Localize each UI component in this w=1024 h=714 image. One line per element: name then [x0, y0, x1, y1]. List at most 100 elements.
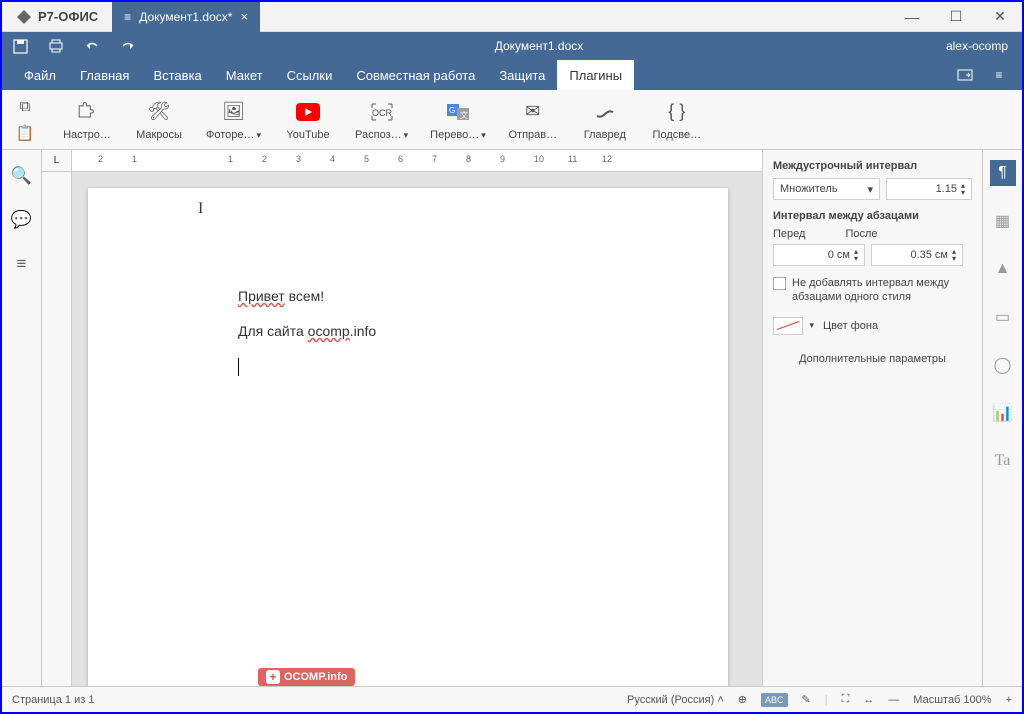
app-icon	[16, 9, 32, 25]
line-spacing-value-input[interactable]: 1.15▴▾	[886, 178, 972, 200]
ocr-icon: OCR	[371, 99, 393, 125]
youtube-icon	[296, 99, 320, 125]
menu-plugins[interactable]: Плагины	[557, 60, 634, 90]
watermark-badge: + OCOMP.info	[258, 668, 355, 686]
doc-line-1[interactable]: Привет всем!	[238, 288, 728, 305]
paragraph-panel: Междустрочный интервал Множитель▾ 1.15▴▾…	[762, 150, 982, 686]
copy-icon[interactable]: ⧉	[20, 99, 31, 115]
menu-collab[interactable]: Совместная работа	[344, 60, 487, 90]
menu-layout[interactable]: Макет	[214, 60, 275, 90]
doc-line-3[interactable]	[238, 358, 728, 380]
spellcheck-icon[interactable]: ⊕	[738, 693, 747, 706]
open-location-button[interactable]	[948, 60, 982, 90]
print-button[interactable]	[38, 32, 74, 60]
language-selector[interactable]: Русский (Россия) ˄	[627, 694, 724, 706]
close-window-button[interactable]: ✕	[978, 2, 1022, 32]
fit-page-icon[interactable]: ⛶	[842, 693, 850, 706]
shape-settings-icon[interactable]: ◯	[990, 352, 1016, 378]
svg-text:OCR: OCR	[372, 108, 393, 118]
translate-icon: G文	[447, 99, 469, 125]
quick-access-bar: Документ1.docx alex-ocomp	[2, 32, 1022, 60]
menu-insert[interactable]: Вставка	[141, 60, 213, 90]
line-spacing-mode-select[interactable]: Множитель▾	[773, 178, 880, 200]
paste-icon[interactable]: 📋	[16, 125, 35, 141]
zoom-level[interactable]: Масштаб 100%	[913, 694, 991, 706]
menu-bar: Файл Главная Вставка Макет Ссылки Совмес…	[2, 60, 1022, 90]
text-cursor-icon: I	[198, 200, 203, 218]
plugin-settings-button[interactable]: Настро…	[62, 99, 112, 141]
left-sidebar: 🔍 💬 ≡	[2, 150, 42, 686]
undo-button[interactable]	[74, 32, 110, 60]
horizontal-ruler[interactable]: 21 12 34 56 78 910 1112	[72, 150, 762, 171]
spinner-icon[interactable]: ▴▾	[854, 248, 858, 262]
pipe-icon	[595, 99, 615, 125]
table-settings-icon[interactable]: ▦	[990, 208, 1016, 234]
document-tab-label: Документ1.docx*	[139, 10, 232, 24]
page-status[interactable]: Страница 1 из 1	[12, 694, 94, 706]
redo-button[interactable]	[110, 32, 146, 60]
line-spacing-title: Междустрочный интервал	[773, 160, 972, 172]
page-area[interactable]: I Привет всем! Для сайта ocomp.info + OC…	[72, 172, 762, 686]
track-changes-icon[interactable]: ✎	[802, 693, 811, 706]
doc-line-2[interactable]: Для сайта ocomp.info	[238, 323, 728, 340]
svg-text:文: 文	[460, 110, 468, 120]
zoom-out-button[interactable]: —	[888, 694, 899, 706]
chevron-down-icon: ▾	[867, 183, 873, 196]
zoom-in-button[interactable]: +	[1006, 694, 1012, 706]
image-icon: 🖼	[222, 99, 245, 125]
braces-icon: { }	[668, 99, 685, 125]
maximize-button[interactable]: ☐	[934, 2, 978, 32]
glavred-button[interactable]: Главред	[580, 99, 630, 141]
tools-icon: 🛠	[148, 99, 171, 125]
app-name: Р7-ОФИС	[38, 9, 98, 24]
envelope-icon: ✉	[525, 99, 540, 125]
view-settings-button[interactable]: ≡	[982, 60, 1016, 90]
advanced-settings-link[interactable]: Дополнительные параметры	[773, 353, 972, 365]
youtube-button[interactable]: YouTube	[283, 99, 333, 141]
send-button[interactable]: ✉ Отправ…	[508, 99, 558, 141]
menu-file[interactable]: Файл	[12, 60, 68, 90]
save-button[interactable]	[2, 32, 38, 60]
document-page[interactable]: I Привет всем! Для сайта ocomp.info + OC…	[88, 188, 728, 686]
app-logo: Р7-ОФИС	[2, 9, 112, 25]
close-tab-icon[interactable]: ×	[240, 9, 248, 24]
feedback-icon[interactable]: ≡	[17, 254, 27, 274]
plus-icon: +	[266, 670, 280, 684]
before-label: Перед	[773, 228, 805, 240]
photo-editor-button[interactable]: 🖼 Фоторе…▾	[206, 99, 261, 141]
fit-width-icon[interactable]: ↔	[863, 694, 874, 706]
macros-button[interactable]: 🛠 Макросы	[134, 99, 184, 141]
minimize-button[interactable]: —	[890, 2, 934, 32]
spinner-icon[interactable]: ▴▾	[961, 182, 965, 196]
menu-home[interactable]: Главная	[68, 60, 141, 90]
chart-settings-icon[interactable]: 📊	[990, 400, 1016, 426]
bg-color-swatch[interactable]: ▾	[773, 317, 803, 335]
spacing-before-input[interactable]: 0 см▴▾	[773, 244, 865, 266]
translate-button[interactable]: G文 Перево…▾	[430, 99, 486, 141]
ocr-button[interactable]: OCR Распоз…▾	[355, 99, 408, 141]
header-footer-icon[interactable]: ▭	[990, 304, 1016, 330]
textart-settings-icon[interactable]: Ta	[990, 448, 1016, 474]
spellcheck-toggle[interactable]: ABC	[761, 693, 788, 707]
vertical-ruler[interactable]	[42, 172, 72, 686]
right-sidebar: ¶ ▦ ▲ ▭ ◯ 📊 Ta	[982, 150, 1022, 686]
status-bar: Страница 1 из 1 Русский (Россия) ˄ ⊕ ABC…	[2, 686, 1022, 712]
spinner-icon[interactable]: ▴▾	[952, 248, 956, 262]
titlebar: Р7-ОФИС ≡ Документ1.docx* × — ☐ ✕	[2, 2, 1022, 32]
spacing-after-input[interactable]: 0.35 см▴▾	[871, 244, 963, 266]
image-settings-icon[interactable]: ▲	[990, 256, 1016, 282]
menu-references[interactable]: Ссылки	[275, 60, 345, 90]
menu-icon: ≡	[124, 10, 131, 24]
bg-color-label: Цвет фона	[823, 320, 878, 332]
highlight-button[interactable]: { } Подсве…	[652, 99, 702, 141]
document-tab[interactable]: ≡ Документ1.docx* ×	[112, 2, 260, 32]
ruler-corner: L	[42, 150, 72, 171]
menu-protect[interactable]: Защита	[487, 60, 557, 90]
search-icon[interactable]: 🔍	[11, 166, 32, 186]
comments-icon[interactable]: 💬	[11, 210, 32, 230]
no-space-checkbox[interactable]: Не добавлять интервал между абзацами одн…	[773, 276, 972, 305]
paragraph-settings-icon[interactable]: ¶	[990, 160, 1016, 186]
user-name[interactable]: alex-ocomp	[932, 39, 1022, 53]
puzzle-icon	[76, 99, 98, 125]
checkbox-icon	[773, 277, 786, 290]
